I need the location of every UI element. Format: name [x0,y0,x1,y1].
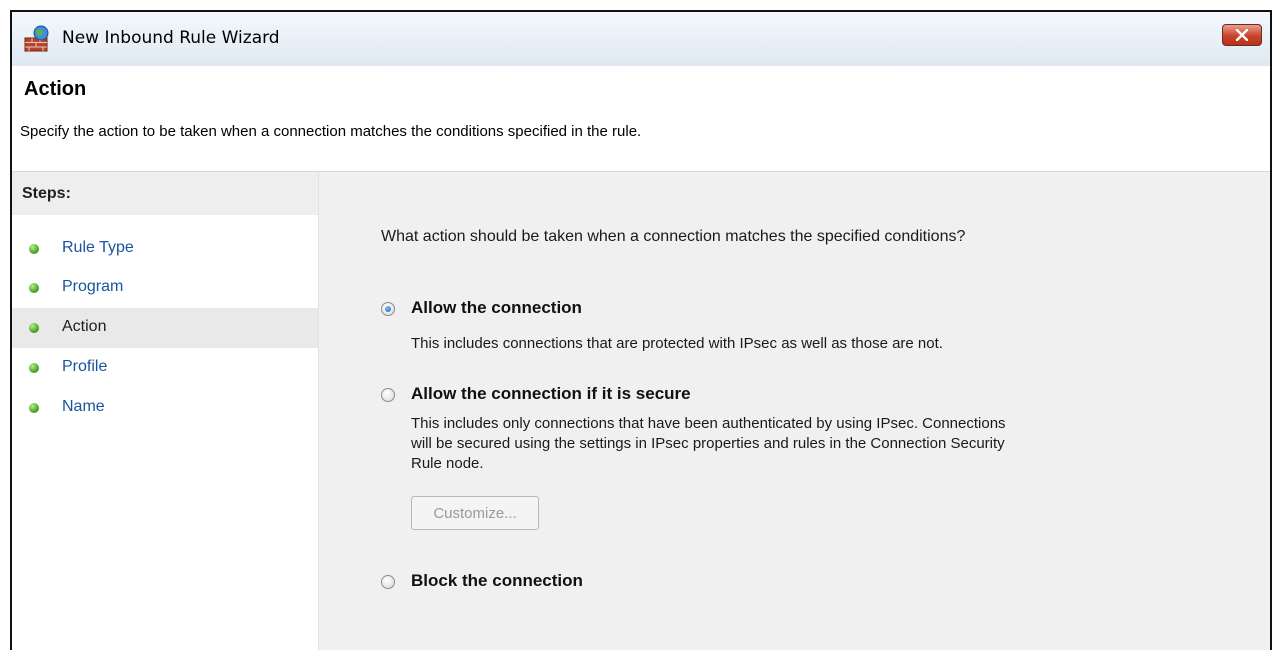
sidebar-item-action[interactable]: Action [12,308,318,348]
step-complete-icon [29,283,39,293]
allow-secure-label[interactable]: Allow the connection if it is secure [411,384,691,404]
block-connection-label[interactable]: Block the connection [411,571,583,591]
steps-header: Steps: [12,172,318,215]
step-complete-icon [29,244,39,254]
page-description: Specify the action to be taken when a co… [20,123,642,140]
window-title: New Inbound Rule Wizard [62,28,280,48]
action-question: What action should be taken when a conne… [381,228,966,245]
allow-secure-description: This includes only connections that have… [411,415,1006,472]
page-title: Action [24,78,87,100]
step-complete-icon [29,403,39,413]
sidebar-item-rule-type[interactable]: Rule Type [12,229,318,269]
close-icon [1235,29,1249,41]
title-bar: New Inbound Rule Wizard [12,12,1270,66]
steps-title: Steps: [22,185,71,202]
sidebar-item-label: Name [62,398,105,415]
action-panel: What action should be taken when a conne… [319,172,1270,650]
close-button[interactable] [1222,24,1262,46]
sidebar-item-name[interactable]: Name [12,388,318,428]
sidebar-item-program[interactable]: Program [12,268,318,308]
customize-button[interactable]: Customize... [411,496,539,530]
allow-connection-radio[interactable] [381,302,395,316]
steps-sidebar: Steps: Rule Type Program Action Profile … [12,172,319,650]
step-complete-icon [29,323,39,333]
sidebar-item-profile[interactable]: Profile [12,348,318,388]
block-connection-radio[interactable] [381,575,395,589]
firewall-icon [24,25,49,52]
allow-connection-label[interactable]: Allow the connection [411,298,582,318]
sidebar-item-label: Action [62,318,107,335]
wizard-header: Action Specify the action to be taken wh… [12,66,1270,172]
sidebar-item-label: Rule Type [62,239,134,256]
allow-connection-description: This includes connections that are prote… [411,335,943,352]
step-complete-icon [29,363,39,373]
sidebar-item-label: Profile [62,358,108,375]
allow-secure-radio[interactable] [381,388,395,402]
sidebar-item-label: Program [62,278,124,295]
wizard-window: New Inbound Rule Wizard Action Specify t… [10,10,1272,650]
